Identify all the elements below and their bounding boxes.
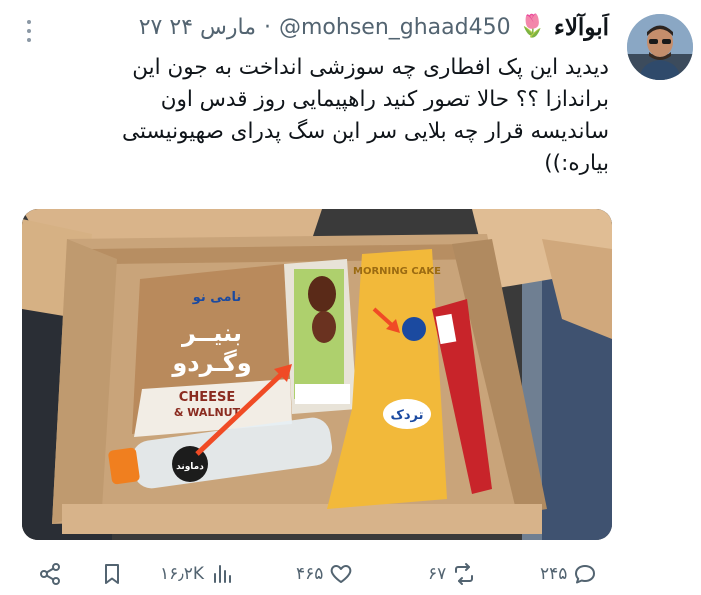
author-handle[interactable]: @mohsen_ghaad450: [279, 15, 511, 40]
cake-top-label: MORNING CAKE: [353, 266, 441, 277]
bottle-label: دماوند: [176, 462, 204, 472]
tweet[interactable]: اَبوآلاء 🌷 @mohsen_ghaad450 · ۲۷ مارس ۲۴…: [0, 0, 701, 595]
cheese-label-fa-1: بنیــر: [181, 319, 242, 347]
tweet-photo[interactable]: نامی نو بنیــر وگـردو CHEESE & WALNUT MO…: [22, 209, 612, 540]
cheese-label-en-1: CHEESE: [179, 390, 235, 405]
like-button[interactable]: ۴۶۵: [296, 556, 353, 592]
retweet-button[interactable]: ۶۷: [428, 556, 476, 592]
avatar[interactable]: [627, 14, 693, 80]
separator-dot: ·: [263, 14, 271, 40]
iftar-box-photo: نامی نو بنیــر وگـردو CHEESE & WALNUT MO…: [22, 209, 612, 540]
share-button[interactable]: [38, 556, 62, 592]
retweets-count: ۶۷: [428, 564, 447, 584]
share-icon: [40, 563, 60, 585]
tweet-text: دیدید این پک افطاری چه سوزشی انداخت به ج…: [28, 52, 609, 180]
cheese-label-en-2: & WALNUT: [174, 406, 241, 419]
author-name[interactable]: اَبوآلاء: [554, 14, 609, 41]
heart-icon: [331, 565, 352, 583]
views-count: ۱۶٫۲K: [160, 564, 205, 584]
cheese-label-fa-2: وگـردو: [171, 349, 251, 377]
likes-count: ۴۶۵: [296, 564, 324, 584]
cake-brand: تردک: [391, 408, 424, 423]
tweet-date[interactable]: ۲۷ مارس ۲۴: [139, 15, 256, 40]
tweet-text-line: بیاره:)): [544, 151, 609, 176]
retweet-icon: [455, 563, 474, 585]
views-button[interactable]: ۱۶٫۲K: [160, 556, 234, 592]
cheese-brand: نامی نو: [192, 290, 242, 305]
tweet-header: اَبوآلاء 🌷 @mohsen_ghaad450 · ۲۷ مارس ۲۴: [20, 10, 609, 44]
reply-icon: [575, 565, 596, 584]
bookmark-button[interactable]: [100, 556, 124, 592]
tweet-text-line: براندازا ؟؟ حالا تصور کنید راهپیمایی روز…: [160, 87, 609, 112]
more-options-icon[interactable]: [26, 20, 32, 42]
reply-button[interactable]: ۲۴۵: [540, 556, 597, 592]
tulip-icon: 🌷: [518, 14, 546, 39]
action-bar: ۱۶٫۲K ۴۶۵ ۶۷ ۲۴۵: [0, 556, 701, 595]
tweet-text-line: دیدید این پک افطاری چه سوزشی انداخت به ج…: [132, 55, 609, 80]
views-icon: [214, 565, 232, 583]
bookmark-icon: [105, 564, 119, 584]
tweet-text-line: ساندیسه قرار چه بلایی سر این سگ پدرای صه…: [122, 119, 609, 144]
replies-count: ۲۴۵: [540, 564, 568, 584]
